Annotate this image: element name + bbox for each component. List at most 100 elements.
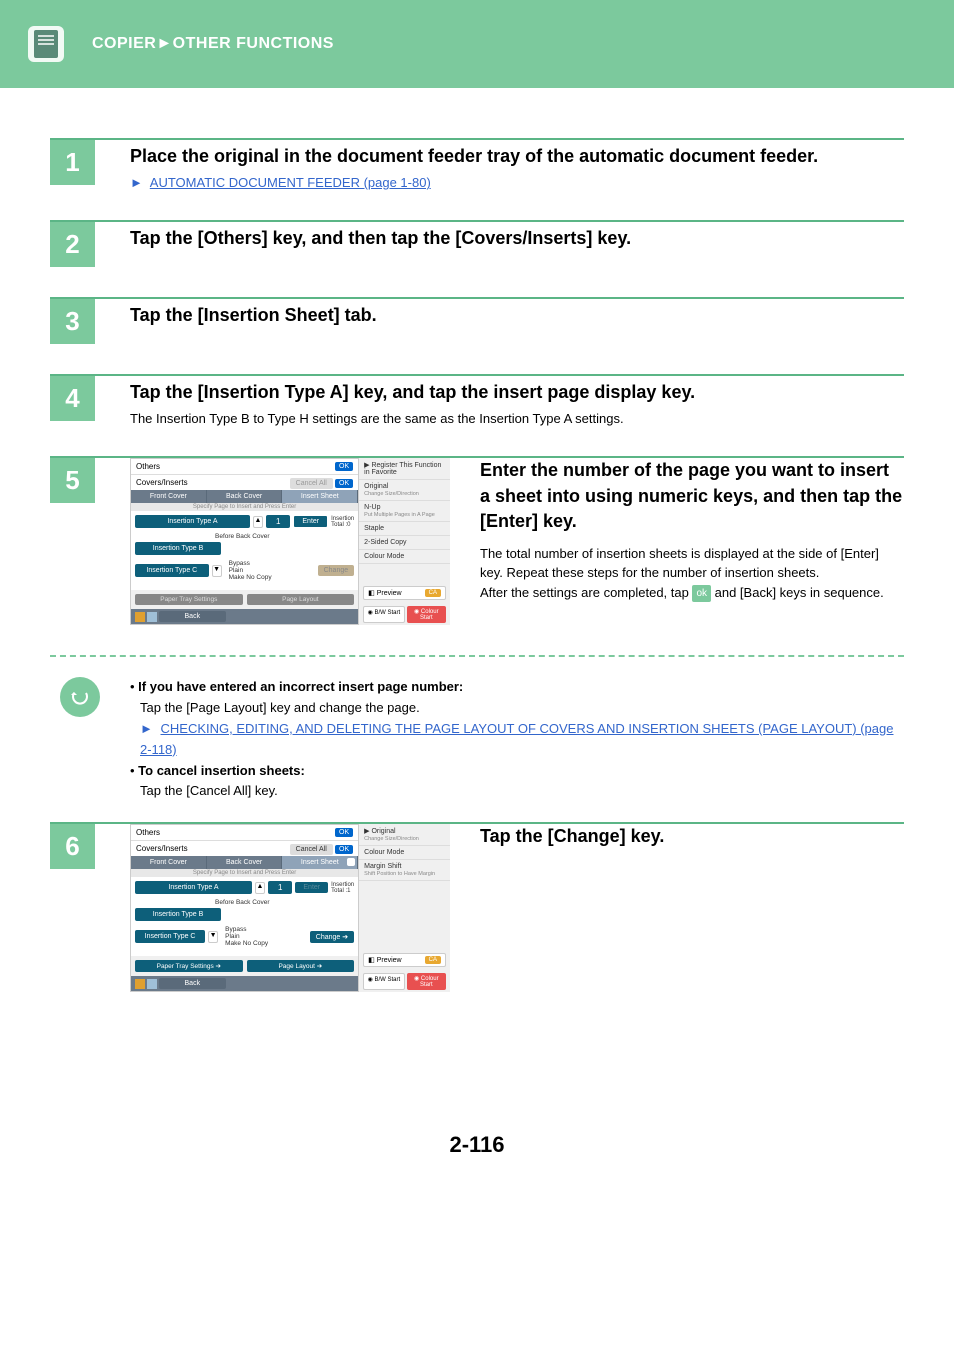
ca-button[interactable]: CA (425, 956, 441, 964)
doc-feeder-link[interactable]: AUTOMATIC DOCUMENT FEEDER (page 1-80) (150, 175, 431, 190)
cancel-all-button[interactable]: Cancel All (290, 478, 333, 489)
step-subtext: The Insertion Type B to Type H settings … (130, 411, 904, 426)
step-desc2: After the settings are completed, tap ok… (480, 583, 904, 603)
screenshot-panel-6: OthersOK Covers/InsertsCancel All OK Fro… (130, 824, 450, 992)
hint-text: Specify Page to Insert and Press Enter (131, 869, 358, 877)
side-original[interactable]: ▶ OriginalChange Size/Direction (359, 824, 450, 846)
dropdown-icon[interactable] (147, 612, 157, 622)
note-line-2: Tap the [Cancel All] key. (130, 781, 278, 802)
insertion-type-b[interactable]: Insertion Type B (135, 908, 221, 921)
back-button[interactable]: Back (159, 978, 226, 989)
check-icon (347, 858, 355, 866)
insertion-type-c[interactable]: Insertion Type C (135, 930, 205, 943)
enter-button[interactable]: Enter (293, 515, 328, 528)
step-1: 1 Place the original in the document fee… (50, 140, 904, 190)
colour-start-button[interactable]: ◉ Colour Start (407, 973, 446, 990)
up-icon[interactable]: ▲ (253, 516, 263, 528)
insertion-type-c[interactable]: Insertion Type C (135, 564, 209, 577)
side-nup[interactable]: N-UpPut Multiple Pages in A Page (359, 501, 450, 522)
insertion-total: InsertionTotal :0 (331, 516, 354, 528)
page-number-field[interactable]: 1 (266, 515, 290, 528)
arrow-icon: ► (130, 175, 143, 190)
insertion-type-b[interactable]: Insertion Type B (135, 542, 221, 555)
back-button[interactable]: Back (159, 611, 226, 622)
insert-sheet-tab[interactable]: Insert Sheet (282, 856, 358, 869)
step-number: 4 (50, 376, 95, 421)
page-number-field[interactable]: 1 (268, 881, 292, 894)
step-number: 2 (50, 222, 95, 267)
tray-info: BypassPlainMake No Copy (221, 924, 307, 949)
step-title: Tap the [Others] key, and then tap the [… (130, 226, 904, 251)
paper-tray-button[interactable]: Paper Tray Settings (135, 594, 243, 605)
note-heading-2: To cancel insertion sheets: (138, 763, 305, 778)
insertion-type-a[interactable]: Insertion Type A (135, 881, 252, 894)
note-heading-1: If you have entered an incorrect insert … (138, 679, 463, 694)
covers-label: Covers/Inserts (136, 478, 188, 487)
front-cover-tab[interactable]: Front Cover (131, 856, 207, 869)
arrow-icon: ► (140, 721, 153, 736)
favorite-icon[interactable] (135, 612, 145, 622)
insert-sheet-tab[interactable]: Insert Sheet (282, 490, 358, 503)
page-layout-button[interactable]: Page Layout ➔ (247, 960, 355, 972)
step-title: Tap the [Change] key. (480, 824, 664, 849)
ca-button[interactable]: CA (425, 589, 441, 597)
step-title: Enter the number of the page you want to… (480, 458, 904, 534)
side-2sided[interactable]: 2-Sided Copy (359, 536, 450, 550)
change-button[interactable]: Change (318, 565, 355, 576)
side-original[interactable]: OriginalChange Size/Direction (359, 480, 450, 501)
others-label: Others (136, 462, 160, 471)
ok-button[interactable]: OK (335, 462, 353, 471)
side-margin[interactable]: Margin ShiftShift Position to Have Margi… (359, 860, 450, 881)
enter-button[interactable]: Enter (295, 882, 328, 893)
paper-tray-button[interactable]: Paper Tray Settings ➔ (135, 960, 243, 972)
ok-button[interactable]: OK (335, 828, 353, 837)
screenshot-panel-5: Others OK Covers/Inserts Cancel All OK Fro… (130, 458, 450, 625)
favorite-icon[interactable] (135, 979, 145, 989)
step-6: 6 OthersOK Covers/InsertsCancel All OK F… (50, 824, 904, 992)
back-arrow-circle-icon (60, 677, 100, 717)
content: 1 Place the original in the document fee… (0, 88, 954, 1188)
breadcrumb: COPIER►OTHER FUNCTIONS (92, 35, 334, 53)
side-staple[interactable]: Staple (359, 522, 450, 536)
ok-button[interactable]: OK (335, 479, 353, 488)
note-section: • If you have entered an incorrect inser… (50, 677, 904, 802)
ok-badge-inline: ok (692, 585, 711, 602)
page-layout-button[interactable]: Page Layout (247, 594, 355, 605)
up-icon[interactable]: ▲ (255, 882, 265, 894)
front-cover-tab[interactable]: Front Cover (131, 490, 207, 503)
bw-start-button[interactable]: ◉ B/W Start (363, 973, 404, 990)
dropdown-icon[interactable] (147, 979, 157, 989)
before-back-label: Before Back Cover (135, 531, 354, 542)
colour-start-button[interactable]: ◉ Colour Start (407, 606, 446, 623)
side-register[interactable]: ▶ Register This Function in Favorite (359, 458, 450, 480)
bw-start-button[interactable]: ◉ B/W Start (363, 606, 404, 623)
dashed-divider (50, 655, 904, 657)
insertion-total: InsertionTotal :1 (331, 882, 354, 894)
others-label: Others (136, 828, 160, 837)
step-3: 3 Tap the [Insertion Sheet] tab. (50, 299, 904, 344)
back-cover-tab[interactable]: Back Cover (207, 490, 283, 503)
book-icon (20, 18, 72, 70)
step-title: Tap the [Insertion Type A] key, and tap … (130, 380, 904, 405)
page-number: 2-116 (50, 1132, 904, 1158)
step-title: Tap the [Insertion Sheet] tab. (130, 303, 904, 328)
back-cover-tab[interactable]: Back Cover (207, 856, 283, 869)
preview-button[interactable]: Preview (377, 590, 402, 597)
hint-text: Specify Page to Insert and Press Enter (131, 503, 358, 511)
step-number: 1 (50, 140, 95, 185)
cancel-all-button[interactable]: Cancel All (290, 844, 333, 855)
side-colour[interactable]: Colour Mode (359, 550, 450, 564)
down-icon[interactable]: ▼ (212, 565, 222, 577)
side-colour[interactable]: Colour Mode (359, 846, 450, 860)
page-layout-link[interactable]: CHECKING, EDITING, AND DELETING THE PAGE… (140, 721, 893, 757)
down-icon[interactable]: ▼ (208, 931, 218, 943)
preview-button[interactable]: Preview (377, 957, 402, 964)
note-line-1: Tap the [Page Layout] key and change the… (130, 698, 420, 719)
ok-button[interactable]: OK (335, 845, 353, 854)
tray-info: BypassPlainMake No Copy (225, 558, 315, 583)
step-number: 5 (50, 458, 95, 503)
step-number: 3 (50, 299, 95, 344)
change-button[interactable]: Change ➔ (310, 931, 354, 943)
insertion-type-a[interactable]: Insertion Type A (135, 515, 250, 528)
step-4: 4 Tap the [Insertion Type A] key, and ta… (50, 376, 904, 426)
